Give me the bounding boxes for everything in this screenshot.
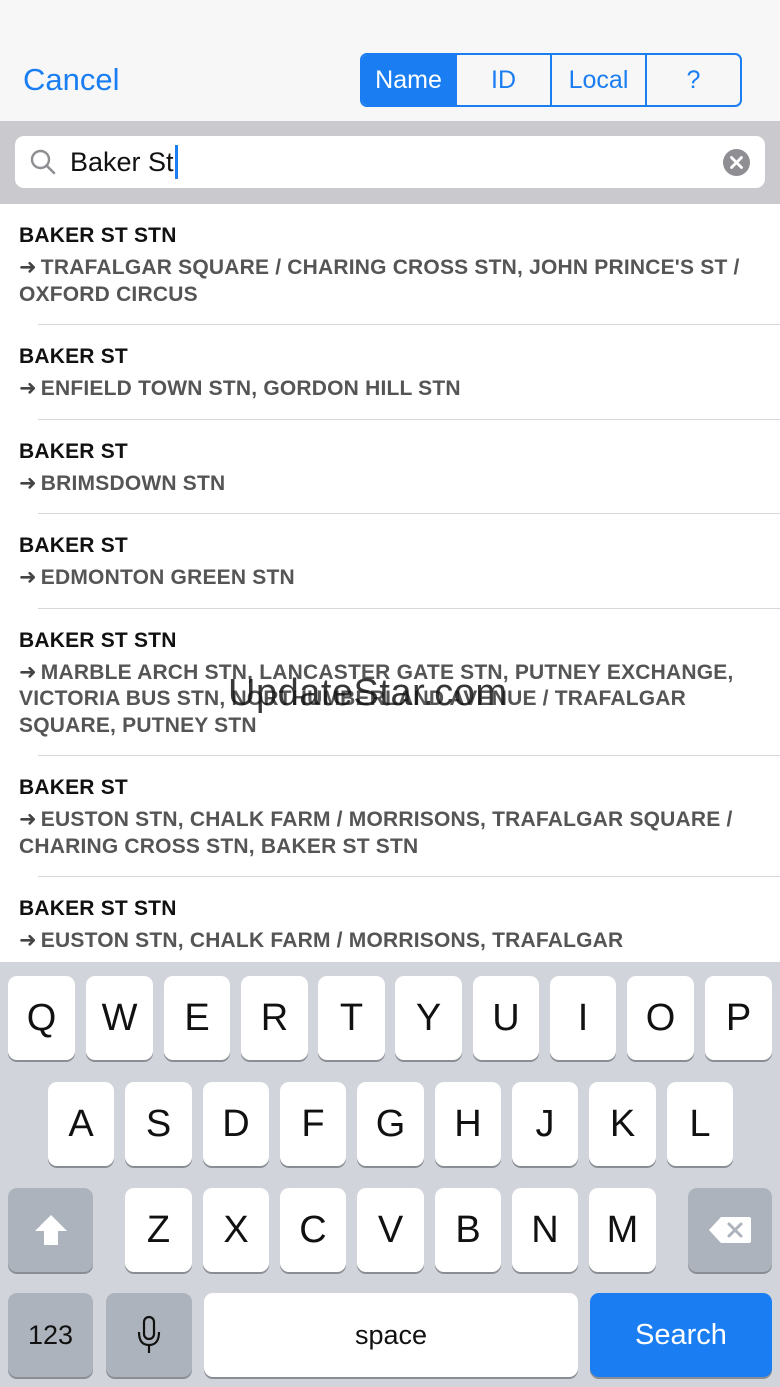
destinations-text: ➜ ENFIELD TOWN STN, GORDON HILL STN (19, 377, 461, 400)
key-d[interactable]: D (203, 1082, 269, 1166)
stop-name: BAKER ST STN (19, 224, 177, 247)
result-row[interactable]: BAKER ST ➜ EUSTON STN, CHALK FARM / MORRI… (0, 756, 780, 877)
keyboard: Q W E R T Y U I O P A S D F G H J K L Z … (0, 962, 780, 1387)
stop-name: BAKER ST (19, 345, 128, 368)
destinations-text: ➜ EUSTON STN, CHALK FARM / MORRISONS, TRA… (19, 808, 733, 858)
result-row[interactable]: BAKER ST ➜ BRIMSDOWN STN (0, 420, 780, 515)
key-p[interactable]: P (705, 976, 772, 1060)
search-input-value[interactable]: Baker St (70, 136, 178, 188)
segment-help[interactable]: ? (645, 55, 740, 105)
search-key[interactable]: Search (590, 1293, 772, 1377)
segment-name[interactable]: Name (362, 55, 455, 105)
destinations-text: ➜ TRAFALGAR SQUARE / CHARING CROSS STN, J… (19, 256, 740, 306)
stop-name: BAKER ST (19, 776, 128, 799)
space-key[interactable]: space (204, 1293, 578, 1377)
key-v[interactable]: V (357, 1188, 424, 1272)
segment-id[interactable]: ID (455, 55, 550, 105)
cancel-button[interactable]: Cancel (23, 60, 120, 100)
key-h[interactable]: H (435, 1082, 501, 1166)
destinations-text: ➜ MARBLE ARCH STN, LANCASTER GATE STN, PU… (19, 660, 734, 737)
result-row[interactable]: BAKER ST STN ➜ MARBLE ARCH STN, LANCASTER… (0, 609, 780, 757)
text-caret (174, 145, 178, 179)
numbers-key[interactable]: 123 (8, 1293, 93, 1377)
result-row[interactable]: BAKER ST ➜ ENFIELD TOWN STN, GORDON HILL … (0, 325, 780, 420)
search-input[interactable]: Baker St (15, 136, 765, 188)
search-mode-segmented-control: Name ID Local ? (360, 53, 742, 107)
segment-local[interactable]: Local (550, 55, 645, 105)
key-o[interactable]: O (627, 976, 694, 1060)
key-x[interactable]: X (203, 1188, 269, 1272)
shift-key[interactable] (8, 1188, 93, 1272)
key-t[interactable]: T (318, 976, 385, 1060)
arrow-icon: ➜ (19, 471, 37, 495)
arrow-icon: ➜ (19, 929, 37, 952)
arrow-icon: ➜ (19, 660, 37, 684)
clear-circle-x-icon[interactable] (723, 149, 750, 176)
key-u[interactable]: U (473, 976, 539, 1060)
search-query-text: Baker St (70, 147, 174, 177)
microphone-icon (137, 1315, 161, 1353)
key-e[interactable]: E (164, 976, 230, 1060)
key-f[interactable]: F (280, 1082, 346, 1166)
destinations-text: ➜ BRIMSDOWN STN (19, 471, 226, 495)
stop-name: BAKER ST STN (19, 897, 177, 920)
stop-name: BAKER ST STN (19, 628, 177, 652)
arrow-icon: ➜ (19, 566, 37, 589)
backspace-key[interactable] (688, 1188, 772, 1272)
arrow-icon: ➜ (19, 808, 37, 831)
search-bar: Baker St (0, 121, 780, 204)
key-b[interactable]: B (435, 1188, 501, 1272)
dictation-key[interactable] (106, 1293, 192, 1377)
key-j[interactable]: J (512, 1082, 578, 1166)
destinations-text: ➜ EUSTON STN, CHALK FARM / MORRISONS, TRA… (19, 929, 624, 952)
destinations-text: ➜ EDMONTON GREEN STN (19, 566, 295, 589)
result-row[interactable]: BAKER ST ➜ EDMONTON GREEN STN (0, 514, 780, 609)
key-z[interactable]: Z (125, 1188, 192, 1272)
stop-name: BAKER ST (19, 439, 128, 463)
magnifier-icon (30, 149, 56, 175)
key-l[interactable]: L (667, 1082, 733, 1166)
stop-name: BAKER ST (19, 534, 128, 557)
key-i[interactable]: I (550, 976, 616, 1060)
key-r[interactable]: R (241, 976, 308, 1060)
arrow-icon: ➜ (19, 256, 37, 279)
key-y[interactable]: Y (395, 976, 462, 1060)
navigation-bar: Cancel Name ID Local ? (0, 0, 780, 121)
key-m[interactable]: M (589, 1188, 656, 1272)
shift-arrow-icon (34, 1215, 67, 1245)
result-row[interactable]: BAKER ST STN ➜ EUSTON STN, CHALK FARM / M… (0, 877, 780, 962)
key-w[interactable]: W (86, 976, 153, 1060)
key-k[interactable]: K (589, 1082, 656, 1166)
key-g[interactable]: G (357, 1082, 424, 1166)
key-a[interactable]: A (48, 1082, 114, 1166)
key-q[interactable]: Q (8, 976, 75, 1060)
key-s[interactable]: S (125, 1082, 192, 1166)
backspace-icon (709, 1217, 751, 1243)
results-list: BAKER ST STN ➜ TRAFALGAR SQUARE / CHARING… (0, 204, 780, 962)
arrow-icon: ➜ (19, 377, 37, 400)
result-row[interactable]: BAKER ST STN ➜ TRAFALGAR SQUARE / CHARING… (0, 204, 780, 325)
key-n[interactable]: N (512, 1188, 578, 1272)
key-c[interactable]: C (280, 1188, 346, 1272)
